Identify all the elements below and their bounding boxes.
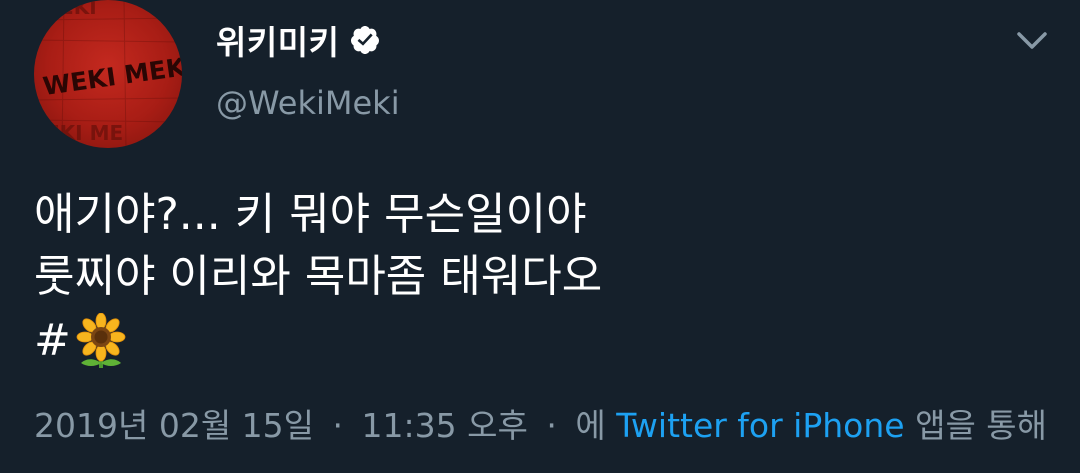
meta-separator: · <box>546 406 557 445</box>
chevron-down-icon[interactable] <box>1014 22 1050 58</box>
via-suffix: 앱을 통해 <box>915 406 1048 445</box>
source-link[interactable]: Twitter for iPhone <box>616 406 904 445</box>
svg-text:EKI ME: EKI ME <box>46 121 123 145</box>
tweet-time: 11:35 오후 <box>361 406 528 445</box>
tweet-line: 룻찌야 이리와 목마좀 태워다오 <box>34 251 603 302</box>
tweet-date: 2019년 02월 15일 <box>34 406 315 445</box>
svg-text:WEKI: WEKI <box>38 0 97 19</box>
hashtag[interactable]: # <box>34 310 71 372</box>
sunflower-icon <box>73 312 129 369</box>
author-name-row[interactable]: 위키미키 <box>216 18 381 62</box>
author-handle[interactable]: @WekiMeki <box>216 84 400 122</box>
hashtag-line[interactable]: # <box>34 308 1044 374</box>
avatar[interactable]: WEKI WEKI MEKI EKI ME <box>34 0 182 148</box>
tweet-text: 애기야?... 키 뭐야 무슨일이야 룻찌야 이리와 목마좀 태워다오 # <box>34 184 1044 374</box>
tweet-line: 애기야?... 키 뭐야 무슨일이야 <box>34 189 587 240</box>
display-name[interactable]: 위키미키 <box>216 16 339 64</box>
verified-badge-icon <box>349 24 381 56</box>
meta-separator: · <box>332 406 344 445</box>
via-prefix: 에 <box>575 406 606 445</box>
avatar-logo: WEKI WEKI MEKI EKI ME <box>34 0 182 148</box>
avatar-text: WEKI MEKI <box>41 51 182 101</box>
tweet-meta: 2019년 02월 15일 · 11:35 오후 · 에 Twitter for… <box>34 399 1047 447</box>
